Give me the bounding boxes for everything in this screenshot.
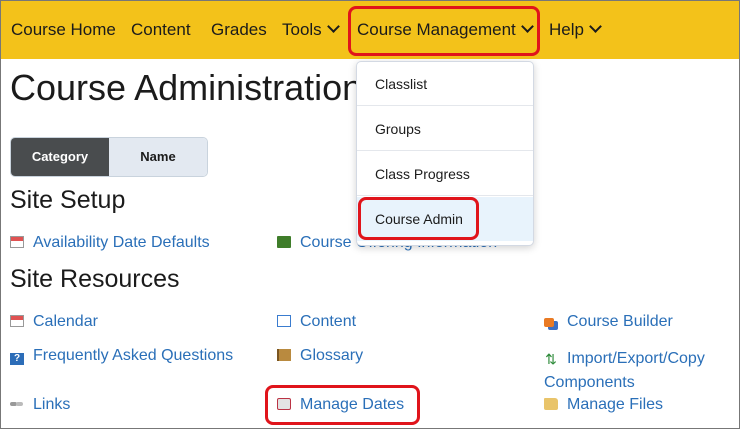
toggle-name-button[interactable]: Name [109, 138, 207, 176]
link-label-line2: Components [544, 374, 635, 391]
link-label: Course Builder [567, 313, 673, 330]
browser-frame: Course Home Content Grades Tools Course … [0, 0, 740, 429]
link-label: Links [33, 396, 71, 413]
open-book-icon [277, 315, 291, 327]
menu-item-class-progress[interactable]: Class Progress [357, 152, 533, 196]
link-manage-files[interactable]: Manage Files [544, 396, 663, 414]
link-label: Calendar [33, 313, 98, 330]
brown-book-icon [277, 349, 291, 361]
link-content[interactable]: Content [277, 313, 356, 331]
toggle-category-button[interactable]: Category [11, 138, 109, 176]
link-glossary[interactable]: Glossary [277, 347, 363, 365]
folder-icon [544, 398, 558, 410]
link-label: Import/Export/Copy [567, 350, 705, 367]
link-import-export-copy[interactable]: ⇅ Import/Export/Copy Components [544, 347, 705, 395]
section-heading-site-resources: Site Resources [10, 265, 180, 293]
menu-item-groups[interactable]: Groups [357, 107, 533, 151]
section-heading-site-setup: Site Setup [10, 186, 126, 214]
nav-help[interactable]: Help [549, 1, 602, 59]
link-label: Content [300, 313, 357, 330]
link-label: Availability Date Defaults [33, 234, 210, 251]
link-frequently-asked-questions[interactable]: ? Frequently Asked Questions [10, 347, 233, 365]
nav-content[interactable]: Content [131, 1, 191, 59]
link-label: Glossary [300, 347, 364, 364]
nav-grades[interactable]: Grades [211, 1, 267, 59]
import-export-icon: ⇅ [545, 351, 557, 367]
calendar-icon [10, 315, 24, 327]
link-calendar[interactable]: Calendar [10, 313, 98, 331]
nav-tools[interactable]: Tools [282, 1, 340, 59]
link-label: Manage Files [567, 396, 664, 413]
highlight-course-management [348, 6, 540, 56]
nav-course-home[interactable]: Course Home [11, 1, 116, 59]
chevron-down-icon [326, 20, 340, 33]
nav-tools-label: Tools [282, 20, 322, 39]
link-availability-date-defaults[interactable]: Availability Date Defaults [10, 234, 210, 252]
link-course-builder[interactable]: Course Builder [544, 313, 673, 331]
highlight-manage-dates [265, 385, 420, 425]
page-title: Course Administration [10, 67, 363, 108]
nav-help-label: Help [549, 20, 584, 39]
calendar-icon [10, 236, 24, 248]
view-toggle: Category Name [10, 137, 208, 177]
menu-item-classlist[interactable]: Classlist [357, 62, 533, 106]
link-icon [10, 397, 24, 409]
link-label: Frequently Asked Questions [33, 347, 234, 364]
builder-icon [544, 318, 554, 327]
green-book-icon [277, 236, 291, 248]
faq-icon: ? [10, 353, 24, 365]
link-links[interactable]: Links [10, 396, 70, 414]
chevron-down-icon [589, 20, 602, 33]
highlight-course-admin [358, 197, 479, 240]
